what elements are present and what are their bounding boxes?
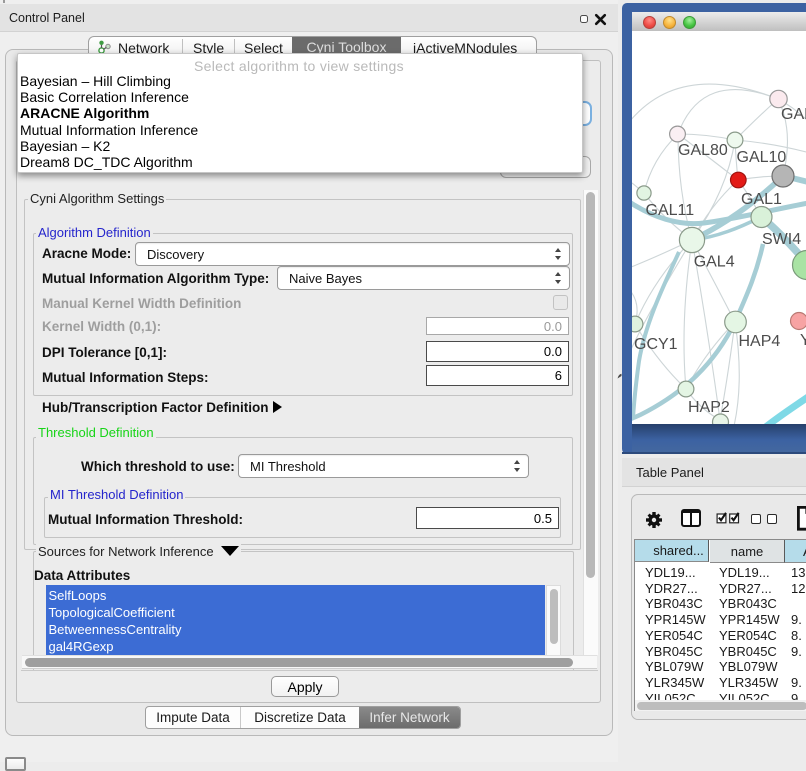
svg-text:GAL4: GAL4 [694,254,735,271]
svg-text:SWI4: SWI4 [762,231,801,248]
svg-text:HAP4: HAP4 [739,333,781,350]
svg-text:GCY1: GCY1 [634,336,678,353]
svg-text:GAL10: GAL10 [737,149,787,166]
svg-text:GAL1: GAL1 [741,191,782,208]
svg-text:Y: Y [800,332,806,349]
svg-text:GAL80: GAL80 [678,142,728,159]
svg-text:GAL11: GAL11 [646,202,695,219]
svg-text:GAL: GAL [781,106,806,123]
svg-text:HAP2: HAP2 [688,399,730,416]
